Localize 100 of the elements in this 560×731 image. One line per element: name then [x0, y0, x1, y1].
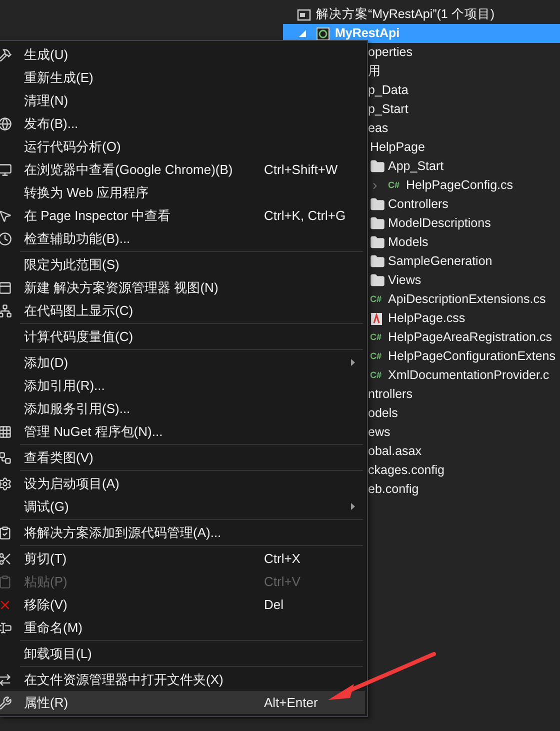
tree-label: ews — [368, 424, 390, 442]
rename-icon — [0, 620, 12, 634]
tree-label: odels — [368, 405, 398, 422]
menu-item[interactable]: 剪切(T) Ctrl+X — [0, 547, 365, 570]
pointer-icon — [0, 208, 12, 222]
menu-label: 在文件资源管理器中打开文件夹(X) — [24, 670, 224, 689]
menu-label: 查看类图(V) — [24, 448, 94, 467]
menu-label: 发布(B)... — [24, 114, 80, 133]
menu-label: 在浏览器中查看(Google Chrome)(B) — [24, 160, 234, 179]
tree-label: HelpPage — [370, 139, 425, 156]
expanded-triangle-icon[interactable] — [299, 30, 306, 37]
folder-icon — [370, 235, 385, 250]
menu-item[interactable]: 将解决方案添加到源代码管理(A)... — [0, 521, 365, 544]
tree-label: p_Data — [368, 82, 408, 100]
menu-label: 将解决方案添加到源代码管理(A)... — [24, 524, 222, 542]
menu-item[interactable]: 重命名(M) — [0, 616, 365, 639]
css-file-icon — [370, 312, 383, 326]
menu-label: 调试(G) — [24, 498, 70, 516]
tree-label: Models — [388, 234, 428, 252]
menu-item[interactable]: 在文件资源管理器中打开文件夹(X) — [0, 668, 365, 691]
menu-label: 转换为 Web 应用程序 — [24, 184, 150, 202]
tree-label: HelpPageConfigurationExtens — [388, 348, 556, 366]
diagram-icon — [0, 304, 12, 318]
shortcut-label: Ctrl+Shift+W — [264, 160, 338, 179]
folder-icon — [370, 273, 385, 288]
menu-label: 重新生成(E) — [24, 68, 94, 87]
menu-label: 管理 NuGet 程序包(N)... — [24, 422, 164, 441]
shortcut-label: Alt+Enter — [264, 694, 318, 712]
csharp-icon: C# — [370, 371, 383, 380]
menu-label: 移除(V) — [24, 596, 68, 614]
tree-label: HelpPageConfig.cs — [406, 177, 514, 194]
tree-label: 解决方案“MyRestApi”(1 个项目) — [316, 6, 495, 24]
menu-label: 添加(D) — [24, 354, 70, 372]
menu-item[interactable]: 运行代码分析(O) — [0, 135, 365, 158]
shortcut-label: Del — [264, 596, 284, 614]
clipboard-icon — [0, 574, 12, 588]
menu-label: 清理(N) — [24, 92, 70, 110]
menu-label: 剪切(T) — [24, 550, 68, 568]
menu-item[interactable]: 添加服务引用(S)... — [0, 397, 365, 420]
tree-label: obal.asax — [368, 443, 422, 460]
menu-item[interactable]: 生成(U) — [0, 43, 365, 66]
monitor-icon — [0, 162, 12, 176]
globe-icon — [0, 116, 12, 130]
tree-label: SampleGeneration — [388, 253, 492, 270]
menu-label: 新建 解决方案资源管理器 视图(N) — [24, 278, 220, 297]
menu-label: 在代码图上显示(C) — [24, 302, 134, 320]
tree-label: ckages.config — [368, 462, 444, 480]
window-icon — [0, 280, 12, 294]
menu-label: 设为启动项目(A) — [24, 474, 120, 493]
tree-label: 用 — [368, 63, 381, 80]
menu-item[interactable]: 管理 NuGet 程序包(N)... — [0, 420, 365, 443]
menu-label: 运行代码分析(O) — [24, 138, 122, 156]
menu-label: 限定为此范围(S) — [24, 256, 120, 274]
menu-label: 添加服务引用(S)... — [24, 400, 132, 418]
menu-item[interactable]: 在 Page Inspector 中查看 Ctrl+K, Ctrl+G — [0, 204, 365, 227]
menu-label: 在 Page Inspector 中查看 — [24, 206, 172, 225]
folder-icon — [370, 254, 385, 269]
menu-label: 属性(R) — [24, 694, 70, 712]
menu-item[interactable]: 计算代码度量值(C) — [0, 325, 365, 348]
menu-item[interactable]: 卸载项目(L) — [0, 642, 365, 665]
shortcut-label: Ctrl+K, Ctrl+G — [264, 206, 346, 225]
folder-icon — [370, 216, 385, 231]
csharp-icon: C# — [370, 333, 383, 342]
tree-label: App_Start — [388, 158, 444, 176]
folder-icon — [370, 197, 385, 212]
csharp-icon: C# — [388, 181, 401, 190]
menu-item[interactable]: 添加引用(R)... — [0, 374, 365, 397]
tree-label: ntrollers — [368, 386, 412, 404]
shortcut-label: Ctrl+X — [264, 550, 300, 568]
menu-label: 检查辅助功能(B)... — [24, 230, 132, 248]
menu-item[interactable]: 属性(R) Alt+Enter — [0, 691, 365, 714]
hammer-icon — [0, 48, 12, 62]
wrench-icon — [0, 696, 12, 710]
package-icon — [0, 424, 12, 438]
menu-item[interactable]: 移除(V) Del — [0, 593, 365, 616]
menu-item[interactable]: 添加(D) — [0, 351, 365, 374]
tree-label: Views — [388, 272, 422, 290]
menu-label: 粘贴(P) — [24, 572, 68, 591]
class-diagram-icon — [0, 450, 12, 464]
menu-item[interactable]: 发布(B)... — [0, 112, 365, 135]
scissors-icon — [0, 552, 12, 566]
tree-label: eb.config — [368, 481, 419, 498]
menu-item[interactable]: 清理(N) — [0, 89, 365, 112]
tree-label: MyRestApi — [335, 25, 400, 42]
tree-label: Controllers — [388, 196, 448, 214]
menu-item[interactable]: 设为启动项目(A) — [0, 472, 365, 495]
tree-label: p_Start — [368, 101, 408, 118]
csharp-icon: C# — [370, 295, 383, 304]
tree-item[interactable]: 解决方案“MyRestApi”(1 个项目) — [283, 5, 560, 24]
solution-icon — [297, 8, 311, 22]
menu-item[interactable]: 查看类图(V) — [0, 446, 365, 469]
menu-label: 添加引用(R)... — [24, 376, 106, 395]
tree-label: XmlDocumentationProvider.c — [388, 367, 550, 384]
arrows-icon — [0, 672, 12, 686]
menu-item[interactable]: 调试(G) — [0, 495, 365, 518]
csharp-icon: C# — [370, 352, 383, 361]
settings-icon — [0, 476, 12, 490]
menu-item[interactable]: 重新生成(E) — [0, 66, 365, 89]
clipboard-check-icon — [0, 526, 12, 540]
tree-label: HelpPageAreaRegistration.cs — [388, 329, 552, 346]
